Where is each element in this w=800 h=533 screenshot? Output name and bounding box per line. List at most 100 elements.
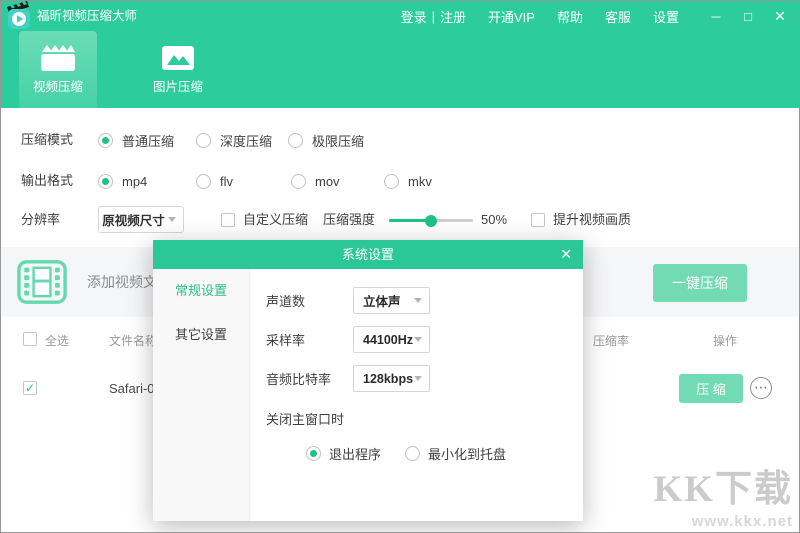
radio-exit-program[interactable]: 退出程序	[306, 444, 381, 463]
channel-count-row: 声道数	[266, 287, 305, 314]
login-link[interactable]: 登录	[401, 7, 427, 26]
resolution-select[interactable]: 原视频尺寸	[98, 206, 184, 233]
app-title: 福昕视频压缩大师	[37, 1, 137, 31]
radio-deep-compress[interactable]: 深度压缩	[196, 126, 272, 154]
vip-link[interactable]: 开通VIP	[488, 7, 535, 26]
resolution-select-value: 原视频尺寸	[99, 210, 168, 229]
watermark: KK下载 www.kkx.net	[653, 458, 793, 530]
output-format-row: 输出格式 mp4 flv mov mkv	[1, 167, 799, 195]
radio-icon	[196, 133, 211, 148]
radio-label: 极限压缩	[312, 131, 364, 150]
dialog-sidebar: 常规设置 其它设置	[153, 269, 250, 521]
radio-extreme-compress[interactable]: 极限压缩	[288, 126, 364, 154]
strength-label: 压缩强度	[323, 206, 375, 234]
radio-label: 普通压缩	[122, 131, 174, 150]
radio-label: 深度压缩	[220, 131, 272, 150]
radio-label: mp4	[122, 174, 147, 189]
sample-rate-select[interactable]: 44100Hz	[353, 326, 430, 353]
radio-label: flv	[220, 174, 233, 189]
compression-strength-slider[interactable]	[389, 219, 473, 222]
tab-image-label: 图片压缩	[153, 80, 203, 94]
one-click-compress-button[interactable]: 一键压缩	[653, 264, 747, 302]
clapperboard-icon	[40, 44, 76, 72]
dialog-header: 系统设置 ✕	[153, 240, 583, 269]
login-register-separator: |	[432, 9, 435, 24]
close-behavior-label: 关闭主窗口时	[266, 409, 344, 428]
radio-format-mov[interactable]: mov	[291, 167, 340, 195]
titlebar: 福昕视频压缩大师 登录 | 注册 开通VIP 帮助 客服 设置 ─ □ ✕	[1, 1, 799, 31]
strength-percent-value: 50%	[481, 206, 507, 234]
radio-minimize-to-tray[interactable]: 最小化到托盘	[405, 444, 506, 463]
radio-format-mkv[interactable]: mkv	[384, 167, 432, 195]
radio-icon	[196, 174, 211, 189]
chevron-down-icon	[414, 337, 422, 342]
column-compression-ratio: 压缩率	[593, 332, 629, 349]
enhance-quality-checkbox[interactable]	[531, 213, 545, 227]
dialog-title: 系统设置	[153, 240, 583, 269]
row-filename: Safari-0	[109, 381, 155, 396]
radio-format-flv[interactable]: flv	[196, 167, 233, 195]
custom-compress-checkbox[interactable]	[221, 213, 235, 227]
radio-icon	[288, 133, 303, 148]
help-link[interactable]: 帮助	[557, 7, 583, 26]
watermark-url: www.kkx.net	[653, 513, 793, 530]
row-compress-button[interactable]: 压 缩	[679, 374, 743, 403]
dialog-close-icon[interactable]: ✕	[560, 240, 572, 269]
audio-bitrate-value: 128kbps	[354, 372, 414, 386]
film-strip-icon[interactable]	[17, 257, 67, 307]
picture-icon	[160, 44, 196, 72]
audio-bitrate-row: 音频比特率	[266, 365, 331, 392]
close-behavior-options: 退出程序 最小化到托盘	[306, 443, 506, 463]
tab-video-compress[interactable]: 视频压缩	[19, 31, 97, 108]
enhance-quality-label: 提升视频画质	[553, 206, 631, 234]
radio-icon	[98, 174, 113, 189]
maximize-button[interactable]: □	[741, 9, 755, 24]
channel-count-select[interactable]: 立体声	[353, 287, 430, 314]
radio-icon	[306, 446, 321, 461]
radio-normal-compress[interactable]: 普通压缩	[98, 126, 174, 154]
radio-icon	[291, 174, 306, 189]
close-behavior-row: 关闭主窗口时	[266, 405, 344, 432]
sample-rate-label: 采样率	[266, 330, 305, 349]
radio-icon	[405, 446, 420, 461]
app-window: 福昕视频压缩大师 登录 | 注册 开通VIP 帮助 客服 设置 ─ □ ✕	[0, 0, 800, 533]
register-link[interactable]: 注册	[440, 7, 466, 26]
channel-count-label: 声道数	[266, 291, 305, 310]
sample-rate-value: 44100Hz	[354, 333, 414, 347]
radio-label: 最小化到托盘	[428, 444, 506, 463]
sample-rate-row: 采样率	[266, 326, 305, 353]
compression-mode-row: 压缩模式 普通压缩 深度压缩 极限压缩	[1, 126, 799, 154]
dialog-body: 常规设置 其它设置 声道数 立体声 采样率 44100Hz	[153, 269, 583, 521]
app-logo-icon	[7, 1, 33, 31]
settings-link[interactable]: 设置	[653, 7, 679, 26]
titlebar-menu: 登录 | 注册 开通VIP 帮助 客服 设置 ─ □ ✕	[401, 1, 799, 31]
radio-format-mp4[interactable]: mp4	[98, 167, 147, 195]
radio-label: mov	[315, 174, 340, 189]
tabbar: 视频压缩 图片压缩	[1, 31, 799, 108]
close-button[interactable]: ✕	[773, 8, 787, 25]
customer-service-link[interactable]: 客服	[605, 7, 631, 26]
sidebar-item-other-settings[interactable]: 其它设置	[153, 313, 249, 357]
tab-video-label: 视频压缩	[33, 80, 83, 94]
system-settings-dialog: 系统设置 ✕ 常规设置 其它设置 声道数 立体声 采样率 4410	[153, 240, 583, 521]
compression-mode-label: 压缩模式	[21, 126, 73, 154]
chevron-down-icon	[168, 217, 176, 222]
resolution-label: 分辨率	[21, 206, 60, 234]
select-all-label: 全选	[45, 332, 69, 349]
dialog-content: 声道数 立体声 采样率 44100Hz 音频比特率 128kbps	[250, 269, 583, 521]
audio-bitrate-select[interactable]: 128kbps	[353, 365, 430, 392]
resolution-row: 分辨率 原视频尺寸 自定义压缩 压缩强度 50% 提升视频画质	[1, 206, 799, 234]
tab-image-compress[interactable]: 图片压缩	[139, 31, 217, 108]
column-action: 操作	[713, 332, 737, 349]
minimize-button[interactable]: ─	[709, 9, 723, 24]
watermark-title: KK下载	[653, 458, 793, 512]
slider-knob[interactable]	[425, 215, 437, 227]
custom-compress-label: 自定义压缩	[243, 206, 308, 234]
row-checkbox[interactable]	[23, 381, 37, 395]
radio-icon	[98, 133, 113, 148]
more-options-button[interactable]: ⋯	[750, 377, 772, 399]
select-all-checkbox[interactable]	[23, 332, 37, 346]
chevron-down-icon	[414, 376, 422, 381]
radio-label: mkv	[408, 174, 432, 189]
sidebar-item-general-settings[interactable]: 常规设置	[153, 269, 249, 313]
